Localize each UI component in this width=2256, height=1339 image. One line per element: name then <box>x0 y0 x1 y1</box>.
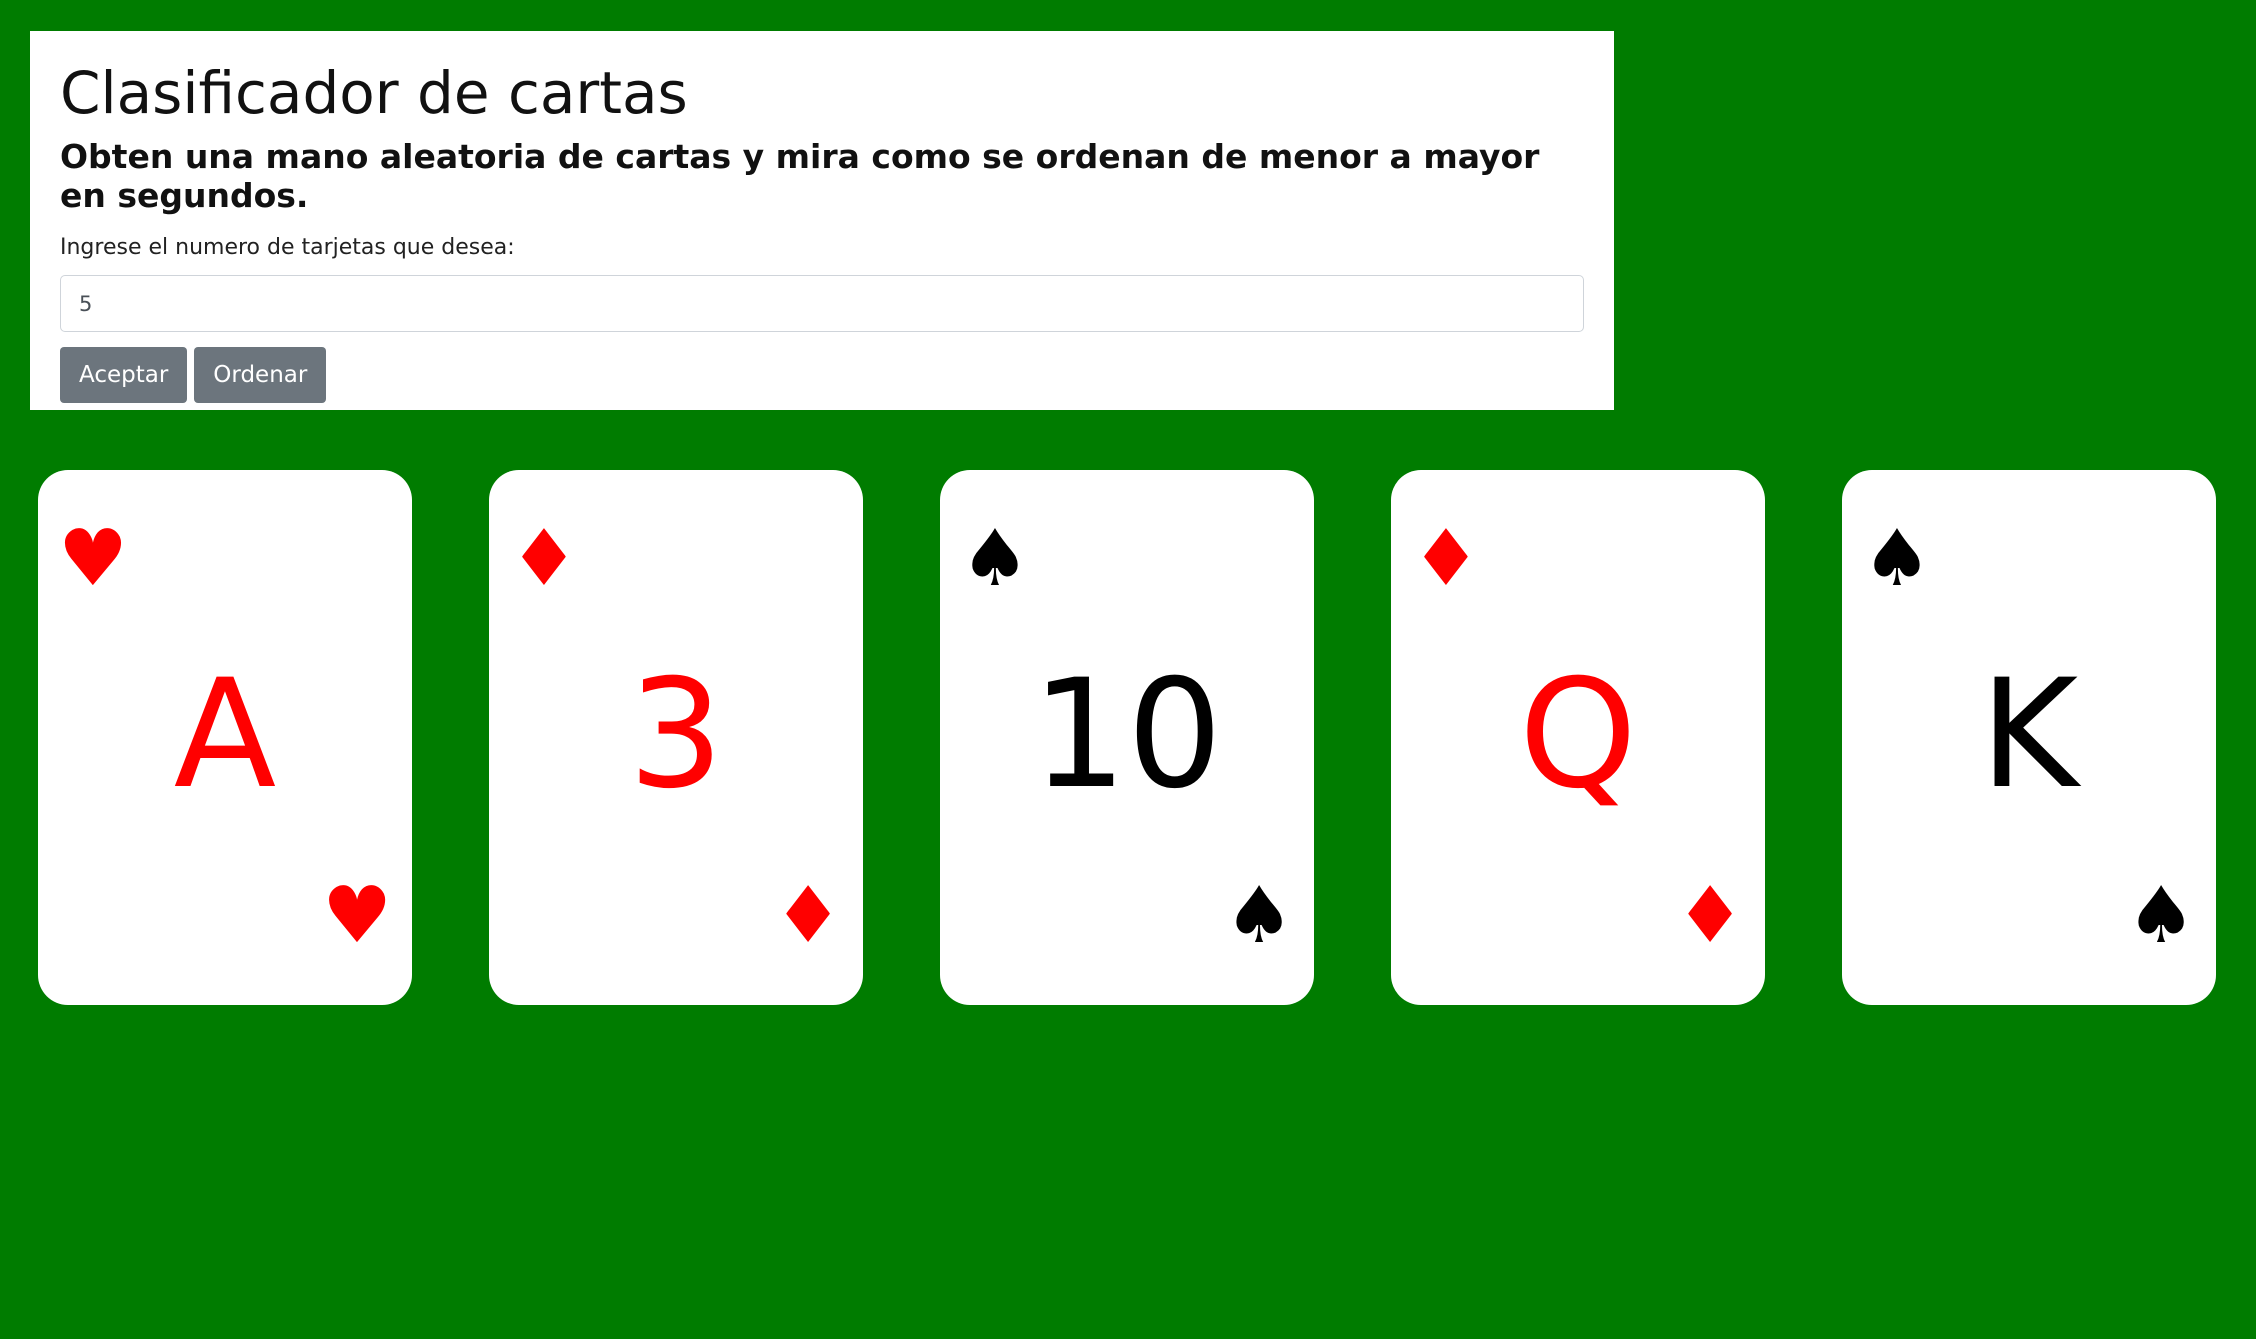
diamond-icon: ♦ <box>773 871 843 961</box>
heart-icon: ♥ <box>58 514 128 604</box>
card-rank: Q <box>1518 648 1638 822</box>
heart-icon: ♥ <box>322 871 392 961</box>
playing-card: ♦ 3 ♦ <box>489 470 863 1005</box>
diamond-icon: ♦ <box>1411 514 1481 604</box>
card-rank: 3 <box>628 648 724 822</box>
diamond-icon: ♦ <box>509 514 579 604</box>
spade-icon: ♠ <box>960 514 1030 604</box>
sort-button[interactable]: Ordenar <box>194 347 327 404</box>
accept-button[interactable]: Aceptar <box>60 347 188 404</box>
playing-card: ♠ 10 ♠ <box>940 470 1314 1005</box>
playing-card: ♠ K ♠ <box>1842 470 2216 1005</box>
control-panel: Clasificador de cartas Obten una mano al… <box>30 31 1614 410</box>
spade-icon: ♠ <box>1224 871 1294 961</box>
card-count-input[interactable] <box>60 275 1584 333</box>
playing-card: ♥ A ♥ <box>38 470 412 1005</box>
card-rank: A <box>173 648 277 822</box>
spade-icon: ♠ <box>2126 871 2196 961</box>
button-row: Aceptar Ordenar <box>60 347 1584 404</box>
card-rank: 10 <box>1031 648 1223 822</box>
spade-icon: ♠ <box>1862 514 1932 604</box>
diamond-icon: ♦ <box>1675 871 1745 961</box>
page-title: Clasificador de cartas <box>60 59 688 127</box>
card-rank: K <box>1979 648 2079 822</box>
playing-card: ♦ Q ♦ <box>1391 470 1765 1005</box>
card-count-label: Ingrese el numero de tarjetas que desea: <box>60 234 515 260</box>
page-subtitle: Obten una mano aleatoria de cartas y mir… <box>60 136 1540 216</box>
card-hand: ♥ A ♥ ♦ 3 ♦ ♠ 10 ♠ ♦ Q ♦ ♠ K ♠ <box>38 470 2216 1005</box>
